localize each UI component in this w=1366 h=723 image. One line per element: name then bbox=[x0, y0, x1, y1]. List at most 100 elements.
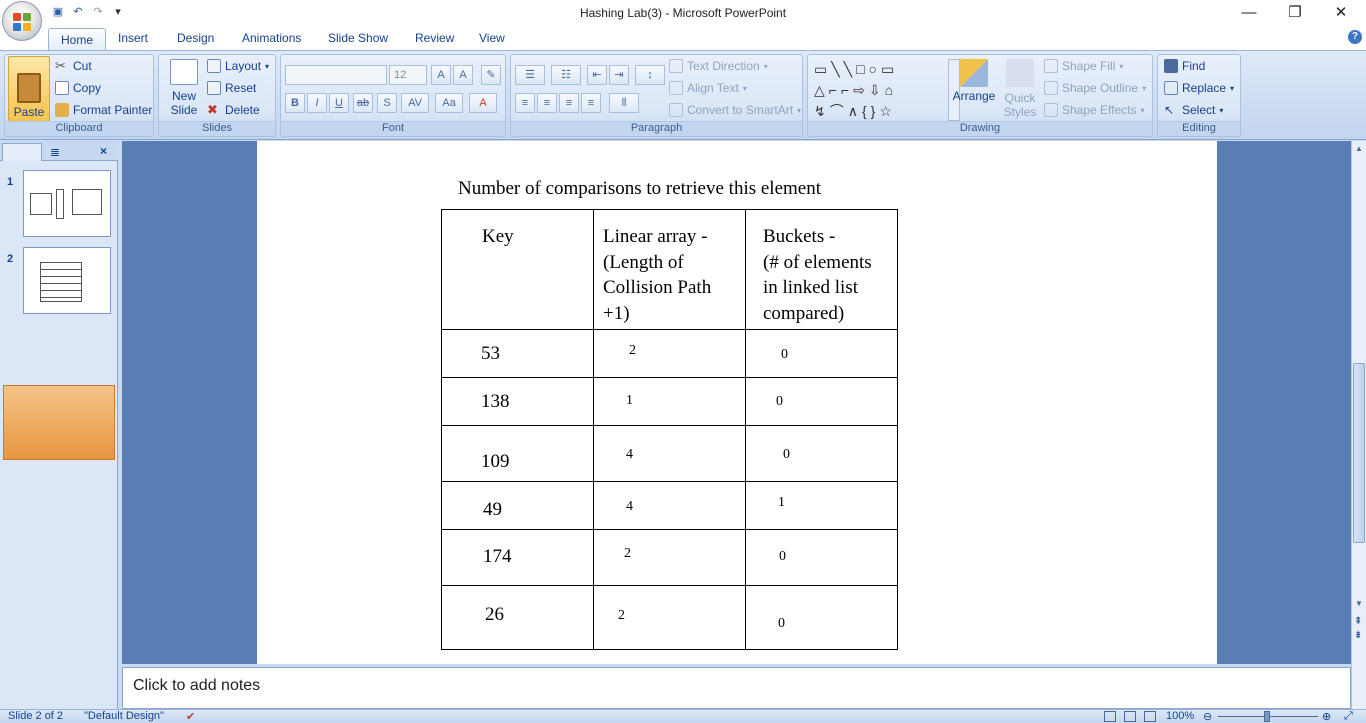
scroll-up-icon[interactable]: ▲ bbox=[1355, 144, 1363, 153]
numbering-button[interactable]: ☷ bbox=[551, 65, 581, 85]
copy-icon bbox=[55, 81, 69, 95]
new-slide-button[interactable]: New Slide bbox=[164, 59, 204, 117]
cut-button[interactable]: ✂ Cut bbox=[55, 58, 92, 74]
underline-button[interactable]: U bbox=[329, 93, 349, 113]
delete-icon: ✖ bbox=[207, 102, 218, 117]
bold-button[interactable]: B bbox=[285, 93, 305, 113]
header-linear: Linear array - (Length of Collision Path… bbox=[593, 209, 746, 330]
notes-placeholder[interactable]: Click to add notes bbox=[133, 677, 260, 695]
align-text-button[interactable]: Align Text ▾ bbox=[669, 81, 747, 95]
shape-effects-button[interactable]: Shape Effects ▾ bbox=[1044, 103, 1145, 117]
align-right-button[interactable]: ≡ bbox=[559, 93, 579, 113]
select-button[interactable]: ↖ Select ▾ bbox=[1164, 103, 1223, 117]
linear-cell: 2 bbox=[624, 546, 631, 561]
grow-font-button[interactable]: A bbox=[431, 65, 451, 85]
outline-tab-icon[interactable]: ≣ bbox=[44, 145, 66, 159]
restore-button[interactable]: ❐ bbox=[1272, 0, 1318, 26]
zoom-slider-thumb[interactable] bbox=[1264, 711, 1270, 722]
notes-pane[interactable]: Click to add notes bbox=[122, 667, 1351, 709]
tab-view[interactable]: View bbox=[479, 31, 505, 45]
minimize-button[interactable]: — bbox=[1226, 0, 1272, 26]
decrease-indent-button[interactable]: ⇤ bbox=[587, 65, 607, 85]
justify-button[interactable]: ≡ bbox=[581, 93, 601, 113]
shape-outline-button[interactable]: Shape Outline ▾ bbox=[1044, 81, 1146, 95]
office-button[interactable] bbox=[2, 1, 42, 41]
shapes-gallery[interactable]: ▭╲╲□○▭ △⌐⌐⇨⇩⌂ ↯⌒∧{}☆ bbox=[814, 59, 942, 121]
buckets-cell: 0 bbox=[779, 549, 786, 564]
tab-animations[interactable]: Animations bbox=[242, 31, 301, 45]
paste-button[interactable]: Paste bbox=[8, 56, 50, 122]
convert-smartart-button[interactable]: Convert to SmartArt ▾ bbox=[669, 103, 801, 117]
table-row: 26 2 0 bbox=[441, 585, 898, 650]
tab-insert[interactable]: Insert bbox=[118, 31, 148, 45]
zoom-in-icon[interactable]: ⊕ bbox=[1322, 710, 1331, 723]
table-row: 49 4 1 bbox=[441, 481, 898, 530]
slide-thumbnail-1[interactable] bbox=[23, 170, 111, 237]
linear-cell: 4 bbox=[626, 499, 633, 514]
strikethrough-button[interactable]: ab bbox=[353, 93, 373, 113]
slide-sorter-icon[interactable] bbox=[1124, 711, 1136, 722]
font-name-combo[interactable] bbox=[285, 65, 387, 85]
scissors-icon: ✂ bbox=[55, 58, 66, 73]
undo-icon[interactable]: ↶ bbox=[70, 4, 86, 20]
window-title: Hashing Lab(3) - Microsoft PowerPoint bbox=[579, 6, 787, 20]
shadow-button[interactable]: S bbox=[377, 93, 397, 113]
copy-button[interactable]: Copy bbox=[55, 81, 101, 95]
change-case-button[interactable]: Aa bbox=[435, 93, 463, 113]
slides-label: Slides bbox=[159, 121, 275, 136]
drawing-label: Drawing bbox=[808, 121, 1152, 136]
replace-button[interactable]: Replace ▾ bbox=[1164, 81, 1234, 95]
bullets-button[interactable]: ☰ bbox=[515, 65, 545, 85]
tab-review[interactable]: Review bbox=[415, 31, 454, 45]
close-button[interactable]: ✕ bbox=[1318, 0, 1364, 26]
text-direction-icon bbox=[669, 59, 683, 73]
font-size-combo[interactable]: 12 bbox=[389, 65, 427, 85]
table-row: 138 1 0 bbox=[441, 377, 898, 426]
delete-button[interactable]: ✖ Delete bbox=[207, 102, 260, 118]
clear-formatting-button[interactable]: ✎ bbox=[481, 65, 501, 85]
layout-button[interactable]: Layout ▾ bbox=[207, 59, 269, 73]
close-pane-icon[interactable]: × bbox=[100, 144, 107, 158]
slide-canvas[interactable]: Number of comparisons to retrieve this e… bbox=[257, 141, 1217, 664]
comparisons-table[interactable]: Key Linear array - (Length of Collision … bbox=[441, 209, 898, 650]
italic-button[interactable]: I bbox=[307, 93, 327, 113]
slides-tab[interactable] bbox=[2, 143, 42, 161]
normal-view-icon[interactable] bbox=[1104, 711, 1116, 722]
tab-design[interactable]: Design bbox=[177, 31, 214, 45]
tab-home[interactable]: Home bbox=[48, 28, 107, 50]
save-icon[interactable]: ▣ bbox=[50, 4, 66, 20]
previous-slide-icon[interactable]: ⇞ bbox=[1354, 617, 1362, 627]
slide-show-icon[interactable] bbox=[1144, 711, 1156, 722]
font-color-button[interactable]: A bbox=[469, 93, 497, 113]
spelling-icon[interactable]: ✔ bbox=[186, 710, 195, 723]
tab-slide-show[interactable]: Slide Show bbox=[328, 31, 388, 45]
scroll-thumb[interactable] bbox=[1353, 363, 1365, 543]
shrink-font-button[interactable]: A bbox=[453, 65, 473, 85]
thumb-shape bbox=[72, 189, 102, 215]
zoom-level[interactable]: 100% bbox=[1166, 710, 1194, 722]
columns-button[interactable]: ⫴ bbox=[609, 93, 639, 113]
slide-thumbnail-2[interactable] bbox=[23, 247, 111, 314]
next-slide-icon[interactable]: ⇟ bbox=[1354, 631, 1362, 641]
help-icon[interactable]: ? bbox=[1348, 30, 1362, 44]
arrange-button[interactable]: Arrange bbox=[953, 59, 995, 103]
customize-qat-icon[interactable]: ▾ bbox=[110, 4, 126, 20]
redo-icon[interactable]: ↷ bbox=[90, 4, 106, 20]
format-painter-button[interactable]: Format Painter bbox=[55, 103, 152, 117]
reset-button[interactable]: Reset bbox=[207, 81, 256, 95]
char-spacing-button[interactable]: AV bbox=[401, 93, 429, 113]
increase-indent-button[interactable]: ⇥ bbox=[609, 65, 629, 85]
text-direction-button[interactable]: Text Direction ▾ bbox=[669, 59, 768, 73]
vertical-scrollbar[interactable]: ▲ ▼ ⇞ ⇟ bbox=[1351, 141, 1366, 709]
align-text-icon bbox=[669, 81, 683, 95]
line-spacing-button[interactable]: ↕ bbox=[635, 65, 665, 85]
find-button[interactable]: Find bbox=[1164, 59, 1205, 73]
center-button[interactable]: ≡ bbox=[537, 93, 557, 113]
scroll-down-icon[interactable]: ▼ bbox=[1355, 599, 1363, 608]
shape-fill-button[interactable]: Shape Fill ▾ bbox=[1044, 59, 1123, 73]
quick-styles-button[interactable]: Quick Styles bbox=[1000, 59, 1040, 119]
fit-to-window-icon[interactable]: ⤢ bbox=[1344, 710, 1353, 723]
slide-title[interactable]: Number of comparisons to retrieve this e… bbox=[257, 178, 1217, 200]
zoom-out-icon[interactable]: ⊖ bbox=[1203, 710, 1212, 723]
align-left-button[interactable]: ≡ bbox=[515, 93, 535, 113]
